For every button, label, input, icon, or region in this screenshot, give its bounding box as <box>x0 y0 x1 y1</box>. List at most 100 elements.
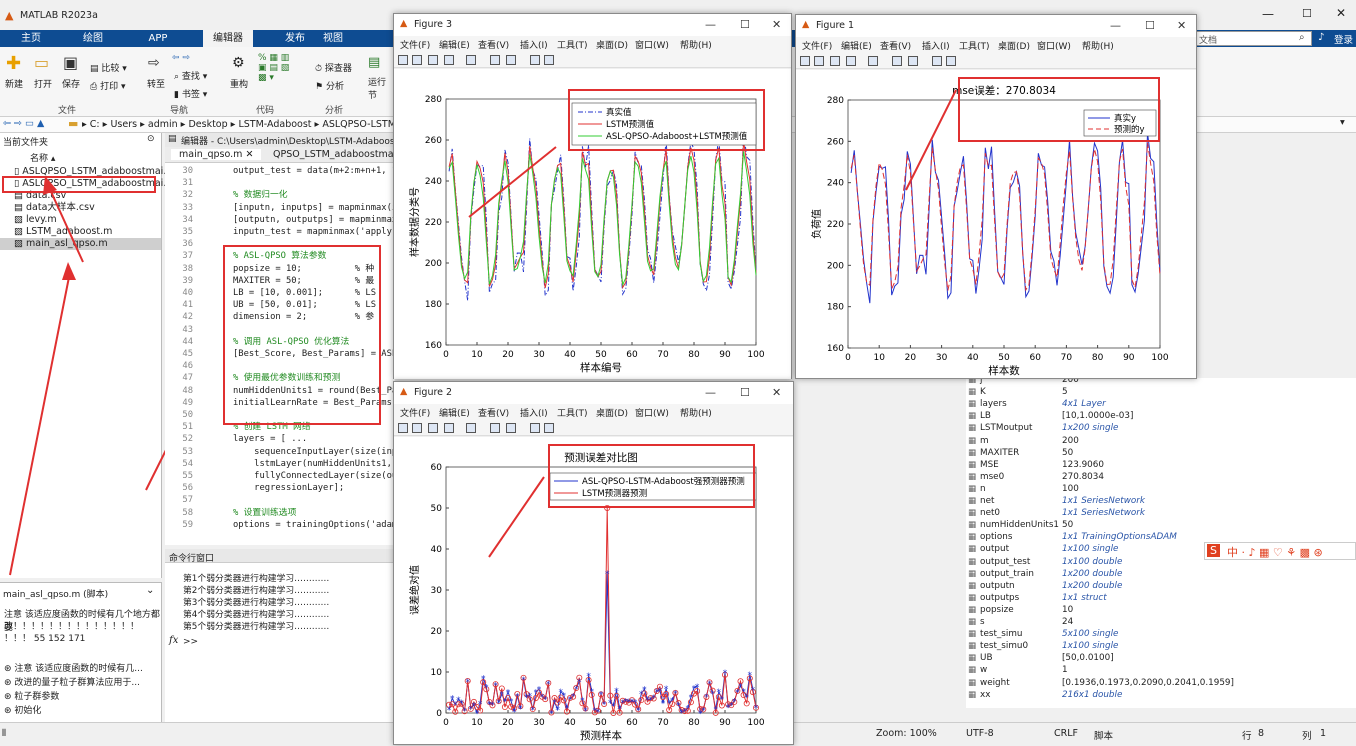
close-button[interactable]: ✕ <box>1336 6 1346 20</box>
crumb-aslqpso[interactable]: ASLQPSO-LSTM <box>322 119 396 130</box>
maximize-button[interactable]: ☐ <box>740 18 750 31</box>
figure-menu-item[interactable]: 查看(V) <box>478 38 509 51</box>
figure-menu-item[interactable]: 文件(F) <box>400 38 430 51</box>
toolbar-icon[interactable] <box>846 56 856 66</box>
address-dropdown-icon[interactable]: ▾ <box>1340 117 1345 128</box>
figure-menu-item[interactable]: 窗口(W) <box>635 406 669 419</box>
close-button[interactable]: ✕ <box>1177 19 1186 32</box>
search-icon[interactable]: ⌕ <box>1299 32 1305 43</box>
toolbar-icon[interactable] <box>490 423 500 433</box>
workspace-row[interactable]: ▦ popsize 10 <box>966 604 1356 616</box>
figure-menu-item[interactable]: 插入(I) <box>520 38 548 51</box>
toolbar-icon[interactable] <box>814 56 824 66</box>
figure-menu-item[interactable]: 工具(T) <box>959 39 990 52</box>
workspace-row[interactable]: ▦ net0 1x1 SeriesNetwork <box>966 507 1356 519</box>
figure-menu-item[interactable]: 窗口(W) <box>1037 39 1071 52</box>
figure-menu-item[interactable]: 查看(V) <box>478 406 509 419</box>
figure-menu-item[interactable]: 工具(T) <box>557 406 588 419</box>
toolbar-icon[interactable] <box>428 423 438 433</box>
login-link[interactable]: 登录 <box>1334 32 1353 46</box>
toolbar-icon[interactable] <box>466 55 476 65</box>
figure-menu-item[interactable]: 桌面(D) <box>596 38 628 51</box>
workspace-row[interactable]: ▦ test_simu 5x100 single <box>966 628 1356 640</box>
workspace-row[interactable]: ▦ LSTMoutput 1x200 single <box>966 422 1356 434</box>
toolbar-icon[interactable] <box>892 56 902 66</box>
toolbar-icon[interactable] <box>530 55 540 65</box>
outline-item[interactable]: ⊛ 初始化 <box>4 703 41 716</box>
minimize-button[interactable]: — <box>705 18 716 31</box>
workspace-row[interactable]: ▦ layers 4x1 Layer <box>966 398 1356 410</box>
workspace-row[interactable]: ▦ MSE 123.9060 <box>966 459 1356 471</box>
command-prompt[interactable]: >> <box>183 637 198 647</box>
toolbar-icon[interactable] <box>830 56 840 66</box>
workspace-row[interactable]: ▦ numHiddenUnits1 50 <box>966 519 1356 531</box>
editor-tab[interactable]: main_qpso.m ✕ <box>171 149 262 160</box>
maximize-button[interactable]: ☐ <box>1302 7 1312 20</box>
figure-menu-item[interactable]: 编辑(E) <box>439 406 470 419</box>
collapse-icon[interactable]: ⌄ <box>146 585 154 596</box>
workspace-row[interactable]: ▦ xx 216x1 double <box>966 689 1356 701</box>
editor-tab[interactable]: QPSO_LSTM_adaboostmain <box>273 149 395 160</box>
toolbar-icon[interactable] <box>428 55 438 65</box>
figure-menu-item[interactable]: 窗口(W) <box>635 38 669 51</box>
close-button[interactable]: ✕ <box>772 18 781 31</box>
figure-menu-item[interactable]: 文件(F) <box>802 39 832 52</box>
figure-menu-item[interactable]: 插入(I) <box>520 406 548 419</box>
input-method-toolbar[interactable]: S 中 · ♪ ▦ ♡ ⚘ ▩ ⊛ <box>1204 542 1356 560</box>
workspace-row[interactable]: ▦ outputps 1x1 struct <box>966 592 1356 604</box>
workspace-row[interactable]: ▦ w 1 <box>966 664 1356 676</box>
run-section-button[interactable]: 运行节 <box>368 75 388 101</box>
workspace-row[interactable]: ▦ outputn 1x200 double <box>966 580 1356 592</box>
workspace-row[interactable]: ▦ K 5 <box>966 386 1356 398</box>
tab-view[interactable]: 视图 <box>310 30 356 47</box>
workspace-row[interactable]: ▦ MAXITER 50 <box>966 447 1356 459</box>
workspace-row[interactable]: ▦ n 100 <box>966 483 1356 495</box>
outline-item[interactable]: ⊛ 粒子群参数 <box>4 689 59 702</box>
toolbar-icon[interactable] <box>800 56 810 66</box>
figure-menu-item[interactable]: 编辑(E) <box>841 39 872 52</box>
figure-menu-item[interactable]: 查看(V) <box>880 39 911 52</box>
workspace-row[interactable]: ▦ UB [50,0.0100] <box>966 652 1356 664</box>
toolbar-icon[interactable] <box>932 56 942 66</box>
toolbar-icon[interactable] <box>908 56 918 66</box>
toolbar-icon[interactable] <box>444 55 454 65</box>
workspace-row[interactable]: ▦ net 1x1 SeriesNetwork <box>966 495 1356 507</box>
toolbar-icon[interactable] <box>544 423 554 433</box>
outline-item[interactable]: ⊛ 注意 该适应度函数的时候有几... <box>4 661 143 674</box>
figure-menu-item[interactable]: 文件(F) <box>400 406 430 419</box>
workspace-row[interactable]: ▦ output_train 1x200 double <box>966 568 1356 580</box>
outline-item[interactable]: ⊛ 改进的量子粒子群算法应用于... <box>4 675 140 688</box>
close-button[interactable]: ✕ <box>772 386 781 399</box>
figure-menu-item[interactable]: 编辑(E) <box>439 38 470 51</box>
figure-menu-item[interactable]: 帮助(H) <box>1082 39 1114 52</box>
figure-menu-item[interactable]: 工具(T) <box>557 38 588 51</box>
toolbar-icon[interactable] <box>398 423 408 433</box>
toolbar-icon[interactable] <box>398 55 408 65</box>
minimize-button[interactable]: — <box>1110 19 1121 32</box>
toolbar-icon[interactable] <box>412 55 422 65</box>
workspace-row[interactable]: ▦ LB [10,1.0000e-03] <box>966 410 1356 422</box>
workspace-row[interactable]: ▦ m 200 <box>966 435 1356 447</box>
toolbar-icon[interactable] <box>946 56 956 66</box>
maximize-button[interactable]: ☐ <box>740 386 750 399</box>
toolbar-icon[interactable] <box>530 423 540 433</box>
toolbar-icon[interactable] <box>412 423 422 433</box>
maximize-button[interactable]: ☐ <box>1145 19 1155 32</box>
figure-menu-item[interactable]: 桌面(D) <box>596 406 628 419</box>
bell-icon[interactable]: ♪ <box>1318 32 1324 43</box>
toolbar-icon[interactable] <box>506 423 516 433</box>
workspace-row[interactable]: ▦ weight [0.1936,0.1973,0.2090,0.2041,0.19… <box>966 677 1356 689</box>
workspace-row[interactable]: ▦ test_simu0 1x100 single <box>966 640 1356 652</box>
profiler-button[interactable]: ⏱ 探查器 <box>315 61 352 74</box>
workspace-row[interactable]: ▦ mse0 270.8034 <box>966 471 1356 483</box>
minimize-button[interactable]: — <box>1262 7 1274 21</box>
toolbar-icon[interactable] <box>868 56 878 66</box>
figure-menu-item[interactable]: 桌面(D) <box>998 39 1030 52</box>
minimize-button[interactable]: — <box>705 386 716 399</box>
toolbar-icon[interactable] <box>544 55 554 65</box>
analyze-button[interactable]: ⚑ 分析 <box>315 79 344 92</box>
toolbar-icon[interactable] <box>490 55 500 65</box>
toolbar-icon[interactable] <box>444 423 454 433</box>
toolbar-icon[interactable] <box>506 55 516 65</box>
toolbar-icon[interactable] <box>466 423 476 433</box>
